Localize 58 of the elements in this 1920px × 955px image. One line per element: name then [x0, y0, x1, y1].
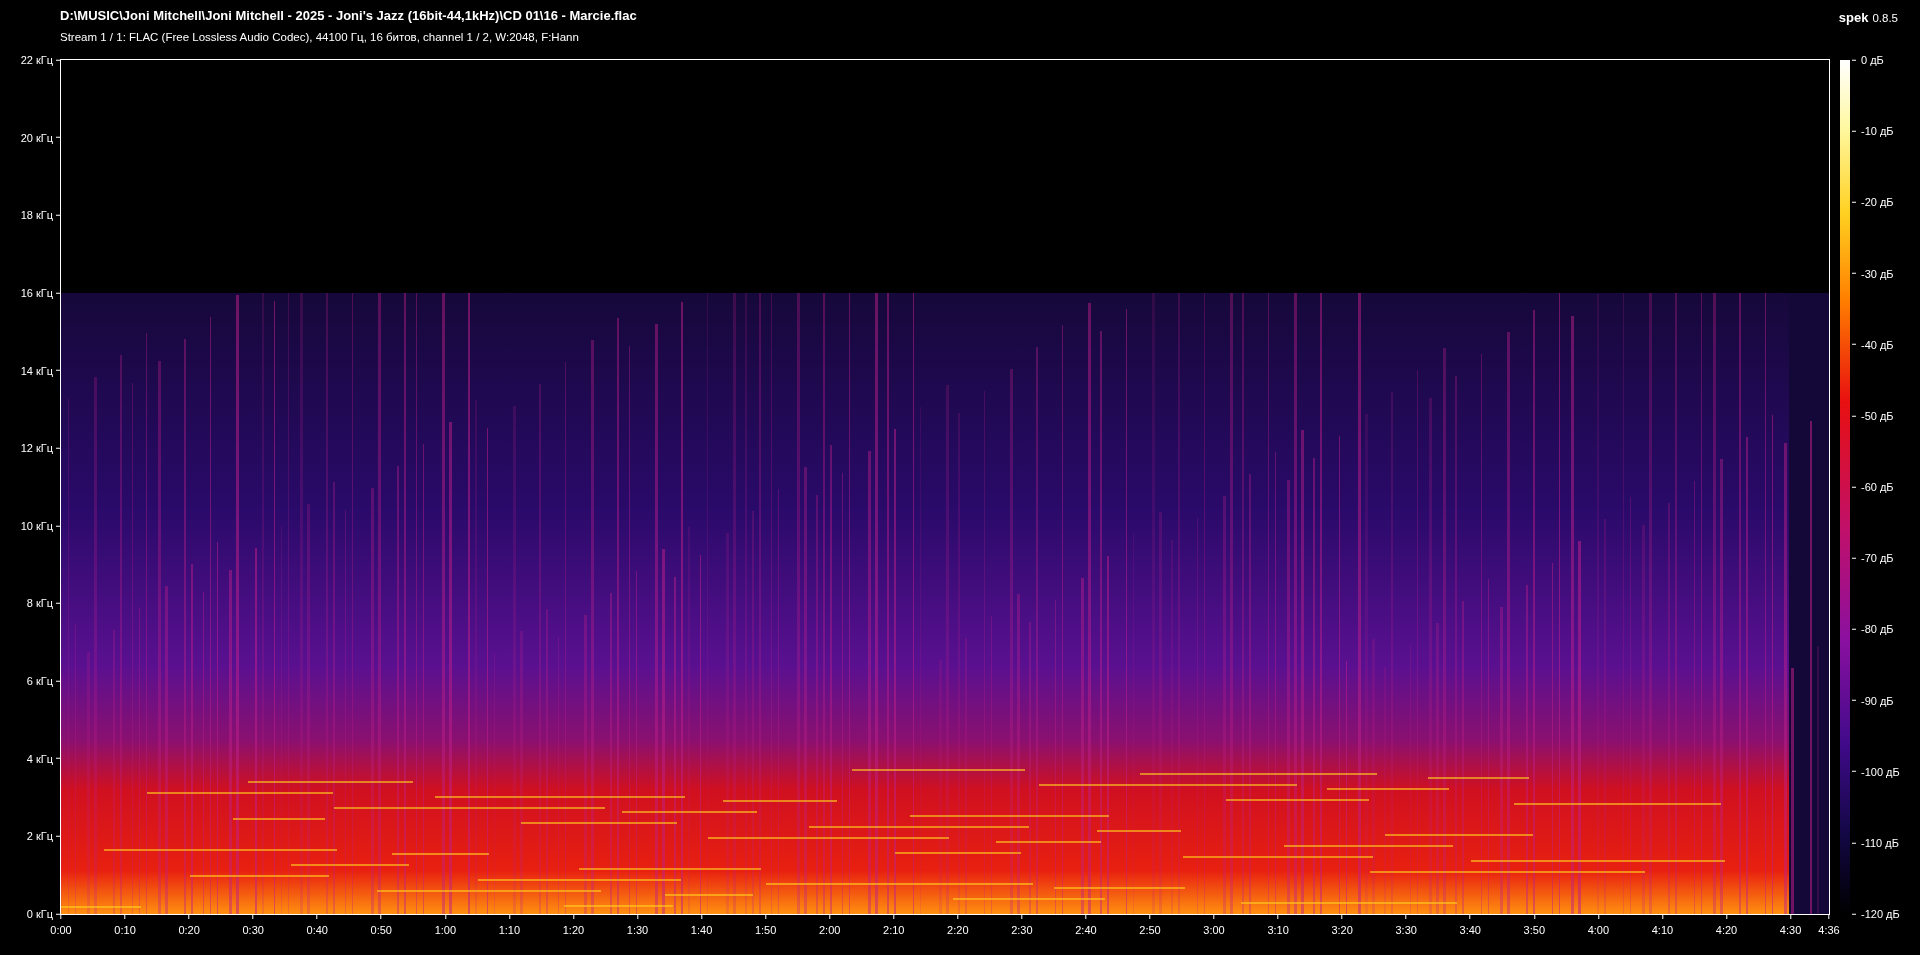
time-label: 4:36 — [1818, 923, 1840, 938]
time-label: 0:00 — [50, 923, 72, 938]
level-label: -10 дБ — [1861, 123, 1894, 139]
time-label: 3:30 — [1395, 923, 1417, 938]
frequency-label: 4 кГц — [26, 751, 53, 767]
level-label: 0 дБ — [1861, 52, 1884, 68]
file-path-title: D:\MUSIC\Joni Mitchell\Joni Mitchell - 2025 - Joni's Jazz (16bit-44,1kHz)\CD 01\16 - Marcie.flac — [60, 8, 637, 24]
level-label: -50 дБ — [1861, 408, 1894, 424]
time-label: 1:30 — [626, 923, 649, 938]
time-label: 3:50 — [1523, 923, 1546, 938]
time-label: 1:20 — [562, 923, 585, 938]
app-version: 0.8.5 — [1872, 11, 1898, 26]
time-label: 1:50 — [754, 923, 777, 938]
stream-info: Stream 1 / 1: FLAC (Free Lossless Audio Codec), 44100 Гц, 16 битов, channel 1 / 2, W:2048, F:Hann — [60, 30, 580, 44]
time-label: 3:40 — [1459, 923, 1481, 938]
frequency-label: 10 кГц — [20, 518, 53, 534]
time-label: 2:40 — [1075, 923, 1097, 938]
time-label: 0:40 — [306, 923, 328, 938]
time-label: 2:20 — [947, 923, 969, 938]
frequency-label: 2 кГц — [26, 829, 53, 845]
frequency-label: 12 кГц — [20, 440, 53, 456]
app-name: spek — [1838, 9, 1869, 27]
frequency-label: 16 кГц — [20, 285, 53, 301]
level-label: -30 дБ — [1861, 266, 1894, 282]
level-label: -100 дБ — [1861, 764, 1900, 780]
level-label: -120 дБ — [1861, 906, 1900, 922]
time-label: 2:30 — [1011, 923, 1033, 938]
time-label: 1:10 — [498, 923, 521, 938]
frequency-label: 22 кГц — [20, 52, 53, 68]
level-label: -110 дБ — [1861, 835, 1899, 851]
level-label: -20 дБ — [1861, 195, 1894, 211]
frequency-label: 0 кГц — [26, 906, 53, 922]
level-label: -40 дБ — [1861, 337, 1894, 353]
time-label: 2:50 — [1139, 923, 1161, 938]
time-label: 2:10 — [883, 923, 905, 938]
frequency-label: 8 кГц — [26, 596, 53, 612]
time-label: 3:10 — [1267, 923, 1289, 938]
time-label: 4:10 — [1651, 923, 1674, 938]
time-label: 1:00 — [434, 923, 457, 938]
level-label: -70 дБ — [1861, 550, 1894, 566]
time-label: 0:10 — [114, 923, 136, 938]
frequency-label: 6 кГц — [26, 673, 53, 689]
time-label: 0:50 — [370, 923, 392, 938]
time-label: 1:40 — [690, 923, 713, 938]
time-label: 3:20 — [1331, 923, 1353, 938]
level-label: -80 дБ — [1861, 622, 1894, 638]
frequency-label: 14 кГц — [20, 363, 53, 379]
time-label: 2:00 — [819, 923, 841, 938]
level-label: -90 дБ — [1861, 693, 1894, 709]
level-label: -60 дБ — [1861, 479, 1894, 495]
time-label: 0:30 — [242, 923, 264, 938]
frequency-label: 18 кГц — [20, 208, 53, 223]
time-label: 4:20 — [1715, 923, 1738, 938]
time-label: 3:00 — [1203, 923, 1225, 938]
frequency-label: 20 кГц — [20, 130, 53, 146]
time-label: 4:30 — [1779, 923, 1802, 938]
time-label: 0:20 — [178, 923, 200, 938]
time-label: 4:00 — [1587, 923, 1610, 938]
